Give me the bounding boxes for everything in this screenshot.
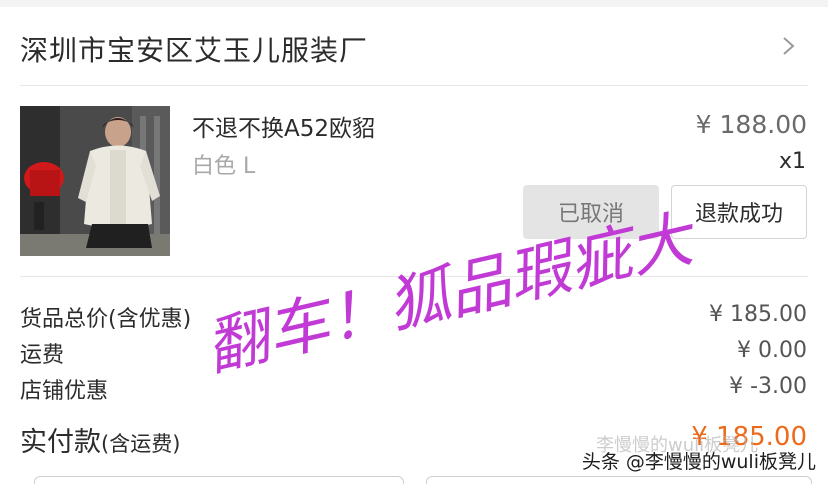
product-price: ¥ 188.00 <box>695 110 807 139</box>
source-watermark: 头条 @李慢慢的wuli板凳儿 <box>581 451 816 473</box>
shop-header[interactable]: 深圳市宝安区艾玉儿服装厂 <box>0 7 828 85</box>
product-spec: 白色 L <box>192 154 256 179</box>
paid-amount-label: 实付款(含运费) <box>20 420 180 459</box>
paid-label-main: 实付款 <box>20 427 101 458</box>
goods-total-value: ¥ 185.00 <box>709 302 807 327</box>
store-discount-value: ¥ -3.00 <box>729 374 807 399</box>
product-image <box>20 106 170 256</box>
top-bar <box>0 0 828 7</box>
paid-label-suffix: (含运费) <box>101 432 181 456</box>
product-thumbnail[interactable] <box>20 106 170 256</box>
chevron-right-icon <box>783 37 795 55</box>
bottom-card-left <box>34 476 404 484</box>
product-name[interactable]: 不退不换A52欧貂 <box>192 109 375 143</box>
divider <box>20 85 808 86</box>
product-quantity: x1 <box>778 149 806 174</box>
shipping-label: 运费 <box>20 343 65 368</box>
handwritten-text: 翻车！狐品瑕疵大 <box>212 201 704 385</box>
handwritten-annotation: 翻车！狐品瑕疵大 <box>212 201 704 385</box>
store-discount-label: 店铺优惠 <box>20 379 109 404</box>
goods-total-label: 货品总价(含优惠) <box>20 307 192 332</box>
bottom-card-right <box>426 476 812 484</box>
shipping-value: ¥ 0.00 <box>737 338 807 363</box>
shop-name: 深圳市宝安区艾玉儿服装厂 <box>20 34 369 67</box>
